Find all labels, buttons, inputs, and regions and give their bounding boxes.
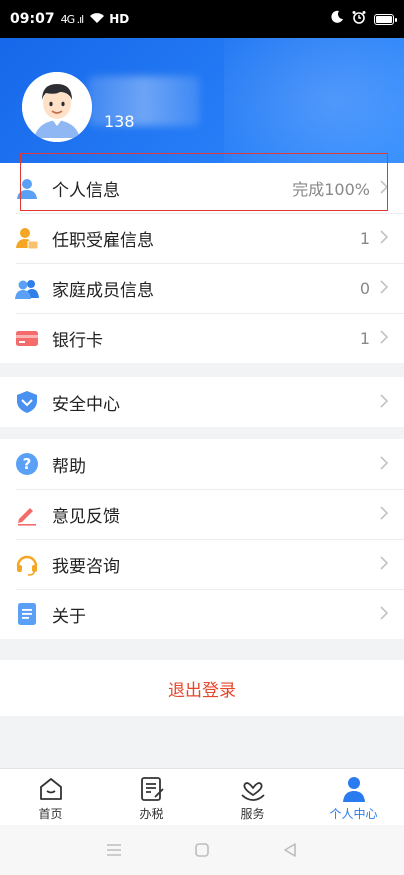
menu-label: 安全中心: [52, 394, 120, 415]
menu-family-info[interactable]: 家庭成员信息 0: [0, 263, 404, 313]
moon-icon: [330, 10, 344, 28]
chevron-right-icon: [380, 180, 388, 194]
chevron-right-icon: [380, 606, 388, 620]
menu-value: 完成100%: [292, 180, 370, 199]
network-type: HD: [109, 12, 130, 26]
chevron-right-icon: [380, 230, 388, 244]
status-time: 09:07: [10, 11, 55, 27]
user-icon: [15, 176, 39, 200]
menu-about[interactable]: 关于: [0, 589, 404, 639]
employee-icon: [15, 226, 39, 250]
menu-help[interactable]: ? 帮助: [0, 439, 404, 489]
chevron-right-icon: [380, 556, 388, 570]
menu-value: 1: [359, 328, 370, 348]
menu-consult[interactable]: 我要咨询: [0, 539, 404, 589]
wifi-icon: [89, 12, 105, 27]
tab-profile[interactable]: 个人中心: [303, 769, 404, 825]
signal-icon: 4G .ıl: [60, 12, 85, 26]
menu-security-center[interactable]: 安全中心: [0, 377, 404, 427]
tab-tax[interactable]: 办税: [101, 769, 202, 825]
shield-icon: [15, 390, 39, 414]
menu-icon[interactable]: [105, 841, 123, 859]
status-bar: 09:07 4G .ıl HD: [0, 0, 404, 38]
svg-text:?: ?: [23, 455, 32, 473]
menu-group-personal: 个人信息 完成100% 任职受雇信息 1 家庭成员信息 0 银行卡 1: [0, 163, 404, 363]
tax-form-icon: [140, 777, 164, 801]
bank-card-icon: [15, 326, 39, 350]
home-square-icon[interactable]: [193, 841, 211, 859]
chevron-right-icon: [380, 456, 388, 470]
menu-value: 0: [359, 278, 370, 298]
avatar[interactable]: [22, 72, 92, 142]
tab-label: 个人中心: [329, 807, 378, 821]
menu-employment-info[interactable]: 任职受雇信息 1: [0, 213, 404, 263]
header-glow: [224, 20, 404, 163]
heart-hand-icon: [240, 782, 265, 801]
tab-label: 首页: [38, 807, 63, 821]
chevron-right-icon: [380, 280, 388, 294]
alarm-icon: [352, 10, 366, 28]
headset-icon: [15, 552, 39, 576]
family-icon: [15, 276, 39, 300]
tab-home[interactable]: 首页: [0, 769, 101, 825]
help-icon: ?: [15, 452, 39, 476]
person-icon: [342, 777, 365, 802]
tab-label: 办税: [139, 807, 164, 821]
menu-label: 个人信息: [52, 180, 120, 201]
tab-service[interactable]: 服务: [202, 769, 303, 825]
menu-label: 帮助: [52, 456, 86, 477]
menu-label: 银行卡: [52, 330, 103, 351]
document-icon: [15, 602, 39, 626]
phone-number: 138: [104, 112, 135, 131]
home-icon: [39, 778, 62, 800]
logout-button[interactable]: 退出登录: [0, 660, 404, 716]
menu-group-security: 安全中心: [0, 377, 404, 427]
menu-label: 任职受雇信息: [52, 230, 154, 251]
chevron-right-icon: [380, 394, 388, 408]
pencil-icon: [15, 502, 39, 526]
menu-label: 关于: [52, 606, 86, 627]
menu-label: 我要咨询: [52, 556, 120, 577]
menu-label: 家庭成员信息: [52, 280, 154, 301]
system-nav-bar: [0, 825, 404, 875]
chevron-right-icon: [380, 506, 388, 520]
menu-feedback[interactable]: 意见反馈: [0, 489, 404, 539]
tab-label: 服务: [240, 807, 265, 821]
menu-label: 意见反馈: [52, 506, 120, 527]
menu-group-support: ? 帮助 意见反馈 我要咨询 关于: [0, 439, 404, 639]
menu-bank-card[interactable]: 银行卡 1: [0, 313, 404, 363]
chevron-right-icon: [380, 330, 388, 344]
menu-personal-info[interactable]: 个人信息 完成100%: [0, 163, 404, 213]
back-icon[interactable]: [281, 841, 299, 859]
menu-value: 1: [359, 228, 370, 248]
battery-icon: [374, 13, 397, 25]
bottom-tab-bar: 首页 办税 服务 个人中心: [0, 768, 404, 825]
